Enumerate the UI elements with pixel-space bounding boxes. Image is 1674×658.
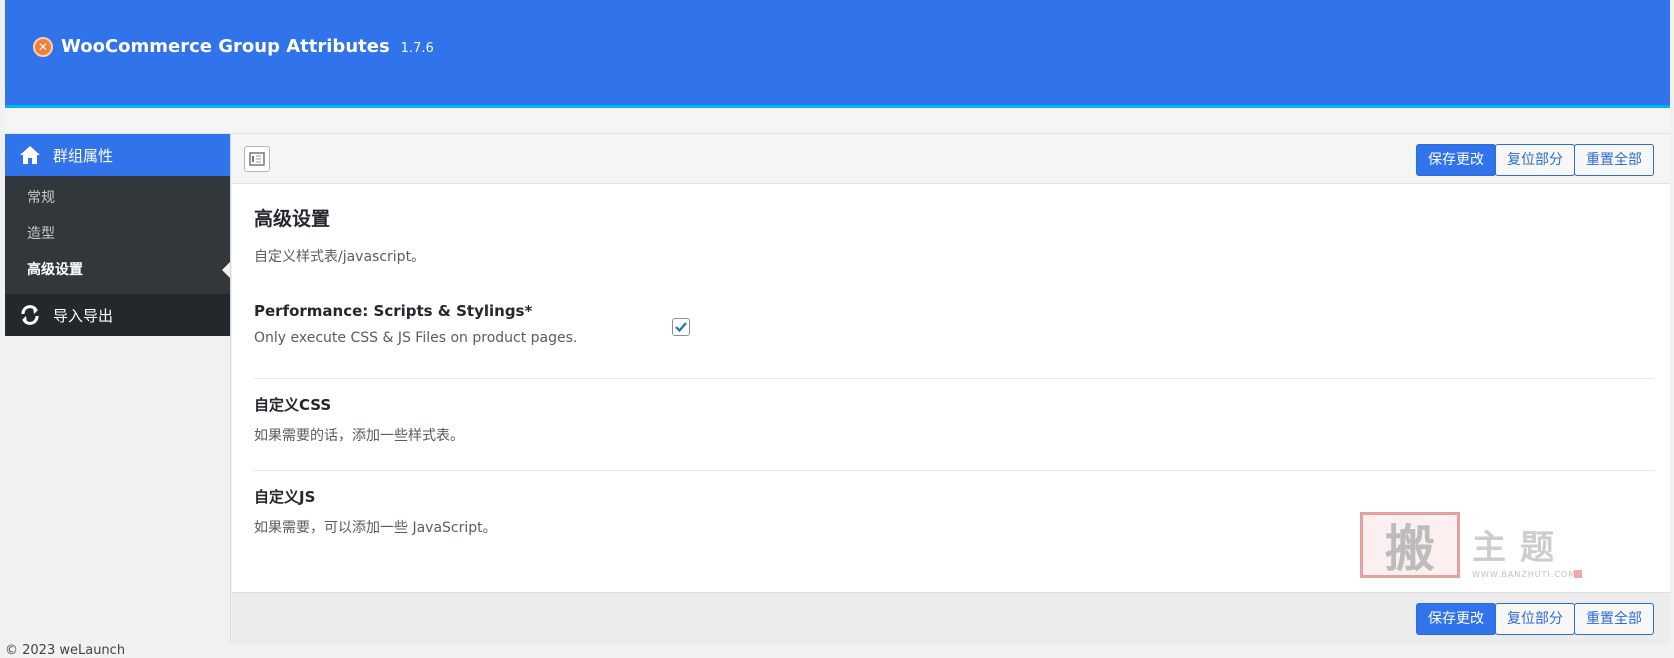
reset-section-button[interactable]: 复位部分 — [1495, 603, 1575, 635]
reset-all-button[interactable]: 重置全部 — [1574, 144, 1654, 176]
field-divider — [254, 470, 1654, 471]
sidebar-item-import-export[interactable]: 导入导出 — [5, 294, 230, 336]
watermark-url: WWW.BANZHUTI.COM — [1472, 570, 1577, 579]
sidebar-item-group-attributes[interactable]: 群组属性 — [5, 134, 230, 176]
plugin-header: ✕ WooCommerce Group Attributes 1.7.6 — [5, 0, 1670, 108]
copyright-text: © 2023 weLaunch — [5, 643, 126, 658]
sidebar-subitem-styling[interactable]: 造型 — [5, 216, 230, 252]
plugin-logo-icon: ✕ — [33, 36, 53, 57]
bottom-toolbar: 保存更改 复位部分 重置全部 — [232, 592, 1670, 644]
sidebar-item-label: 群组属性 — [53, 146, 114, 165]
brand: ✕ WooCommerce Group Attributes 1.7.6 — [33, 36, 434, 57]
watermark-dot — [1574, 570, 1582, 578]
save-changes-button[interactable]: 保存更改 — [1416, 603, 1496, 635]
reset-all-button[interactable]: 重置全部 — [1574, 603, 1654, 635]
field-performance: Performance: Scripts & Stylings* Only ex… — [254, 302, 1654, 346]
save-changes-button[interactable]: 保存更改 — [1416, 144, 1496, 176]
field-description: 如果需要的话，添加一些样式表。 — [254, 428, 464, 444]
field-title: 自定义CSS — [254, 396, 332, 414]
watermark: 搬 主题 WWW.BANZHUTI.COM — [1360, 512, 1590, 587]
bottom-button-group: 保存更改 复位部分 重置全部 — [1416, 603, 1654, 635]
sidebar-subitem-advanced[interactable]: 高级设置 — [5, 252, 230, 288]
top-button-group: 保存更改 复位部分 重置全部 — [1416, 144, 1654, 176]
home-icon — [20, 146, 40, 164]
section-title: 高级设置 — [254, 208, 331, 230]
sync-icon — [21, 305, 39, 325]
field-divider — [254, 378, 1654, 379]
header-subbar — [5, 108, 1670, 134]
checkmark-icon — [675, 322, 687, 333]
field-description: Only execute CSS & JS Files on product p… — [254, 330, 578, 346]
sidebar: 群组属性 常规 造型 高级设置 导入导出 — [5, 134, 231, 642]
field-title: 自定义JS — [254, 488, 316, 506]
plugin-name: WooCommerce Group Attributes — [61, 36, 390, 57]
performance-checkbox[interactable] — [672, 318, 690, 336]
plugin-version: 1.7.6 — [400, 40, 434, 56]
expand-icon — [249, 152, 265, 166]
sidebar-subitem-general[interactable]: 常规 — [5, 180, 230, 216]
watermark-text: 主题 — [1472, 528, 1568, 568]
watermark-seal: 搬 — [1360, 512, 1460, 578]
top-toolbar: 保存更改 复位部分 重置全部 — [232, 134, 1670, 184]
sidebar-item-label: 导入导出 — [53, 306, 114, 325]
field-title: Performance: Scripts & Stylings* — [254, 302, 533, 320]
section-description: 自定义样式表/javascript。 — [254, 249, 426, 265]
field-custom-css: 自定义CSS 如果需要的话，添加一些样式表。 — [254, 394, 1654, 445]
reset-section-button[interactable]: 复位部分 — [1495, 144, 1575, 176]
expand-options-button[interactable] — [244, 146, 270, 172]
sidebar-subnav: 常规 造型 高级设置 — [5, 176, 230, 294]
